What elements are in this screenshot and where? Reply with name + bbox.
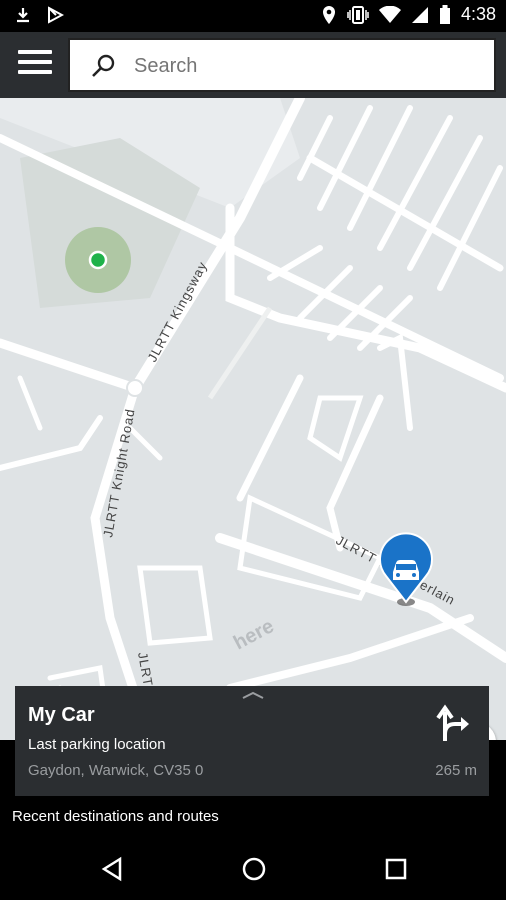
map-canvas[interactable]: JLRTT Kingsway JLRTT Knight Road JLRTT C… <box>0 98 506 740</box>
play-store-icon <box>48 6 64 24</box>
recent-destinations-link[interactable]: Recent destinations and routes <box>12 808 219 825</box>
battery-icon <box>439 4 450 24</box>
map-view[interactable]: JLRTT Kingsway JLRTT Knight Road JLRTT C… <box>0 98 506 740</box>
chevron-up-icon[interactable] <box>241 690 265 700</box>
back-icon[interactable] <box>100 856 124 882</box>
card-address: Gaydon, Warwick, CV35 0 <box>28 762 204 779</box>
location-icon <box>322 5 335 24</box>
vibrate-icon <box>347 5 369 24</box>
status-time: 4:38 <box>460 4 496 24</box>
card-title: My Car <box>28 704 95 726</box>
search-box[interactable] <box>68 38 496 92</box>
directions-icon[interactable] <box>435 704 471 742</box>
wifi-icon <box>378 5 401 23</box>
download-icon <box>17 8 29 23</box>
car-icon <box>393 560 419 580</box>
home-icon[interactable] <box>241 856 267 882</box>
app-bar <box>0 32 506 98</box>
signal-icon <box>411 6 428 23</box>
current-location-dot[interactable] <box>88 250 108 270</box>
card-subtitle: Last parking location <box>28 736 166 753</box>
recents-icon[interactable] <box>384 856 408 882</box>
card-distance: 265 m <box>435 762 477 779</box>
search-icon <box>92 54 115 77</box>
my-car-card[interactable]: My Car Last parking location Gaydon, War… <box>15 686 489 796</box>
system-nav-bar <box>0 840 506 900</box>
status-bar: 4:38 <box>0 0 506 32</box>
search-input[interactable] <box>134 50 484 82</box>
hamburger-menu-icon[interactable] <box>18 50 52 80</box>
